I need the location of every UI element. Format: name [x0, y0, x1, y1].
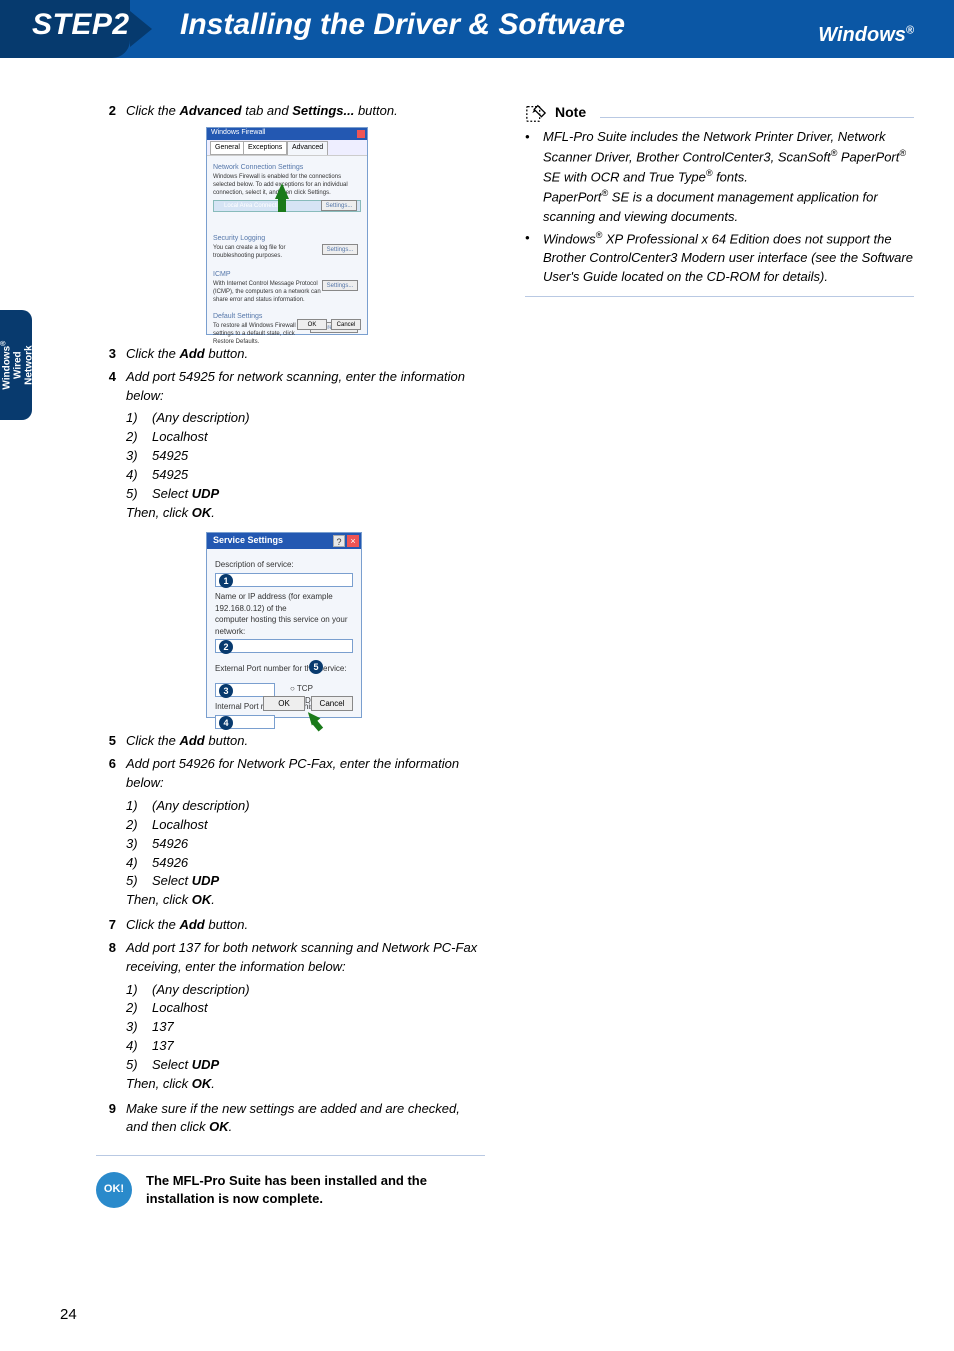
green-arrow-tail [278, 198, 286, 212]
page-title: Installing the Driver & Software [180, 8, 625, 42]
step-chevron [130, 11, 152, 47]
note-block: Note • MFL-Pro Suite includes the Networ… [525, 102, 914, 297]
callout-3: 3 [219, 684, 233, 698]
divider [96, 1155, 485, 1156]
tab-exceptions[interactable]: Exceptions [243, 141, 287, 155]
dialog-titlebar: Windows Firewall [207, 128, 367, 140]
note-title: Note [555, 102, 586, 124]
dialog-titlebar-2: Service Settings ? × [207, 533, 361, 549]
description-input[interactable]: 1 [215, 573, 353, 587]
note-pencil-icon [525, 102, 547, 124]
external-port-input[interactable]: 3 [215, 683, 275, 697]
tab-advanced[interactable]: Advanced [287, 141, 328, 155]
step-badge: STEP2 [0, 0, 130, 58]
tcp-radio[interactable]: ○ TCP [290, 683, 313, 695]
ok-button[interactable]: OK [263, 696, 305, 711]
content: 2 Click the Advanced tab and Settings...… [96, 102, 914, 1311]
step-9: 9 Make sure if the new settings are adde… [96, 1100, 485, 1138]
ok-message: The MFL-Pro Suite has been installed and… [146, 1172, 456, 1207]
settings-button-3[interactable]: Settings... [322, 280, 358, 291]
step-6: 6 Add port 54926 for Network PC-Fax, ent… [96, 755, 485, 793]
side-tab-text: Windows® Wired Network [0, 341, 34, 390]
step-2: 2 Click the Advanced tab and Settings...… [96, 102, 485, 121]
note-bottom-rule [525, 296, 914, 297]
tab-general[interactable]: General [210, 141, 245, 155]
help-icon[interactable]: ? [333, 535, 345, 547]
green-arrow-icon [275, 183, 289, 199]
dialog-tabs: General Exceptions Advanced [207, 140, 367, 156]
close-icon[interactable]: × [347, 535, 359, 547]
ok-block: OK! The MFL-Pro Suite has been installed… [96, 1172, 485, 1208]
connection-row[interactable]: Local Area Connection Settings... [213, 200, 361, 212]
os-label: Windows® [818, 24, 914, 47]
settings-button-2[interactable]: Settings... [322, 244, 358, 255]
note-bullet-2: • Windows® XP Professional x 64 Edition … [525, 229, 914, 287]
service-settings-dialog-screenshot: Service Settings ? × Description of serv… [206, 532, 362, 718]
callout-1: 1 [219, 574, 233, 588]
cancel-button[interactable]: Cancel [331, 319, 361, 330]
step-label: STEP2 [32, 8, 130, 42]
callout-2: 2 [219, 640, 233, 654]
cancel-button[interactable]: Cancel [311, 696, 353, 711]
ok-badge-icon: OK! [96, 1172, 132, 1208]
page-number: 24 [60, 1306, 77, 1323]
ok-button[interactable]: OK [297, 319, 327, 330]
host-input[interactable]: 2 [215, 639, 353, 653]
header-bar: STEP2 Installing the Driver & Software W… [0, 0, 954, 78]
settings-button[interactable]: Settings... [321, 200, 357, 211]
step-8: 8 Add port 137 for both network scanning… [96, 939, 485, 977]
firewall-dialog-screenshot: Windows Firewall General Exceptions Adva… [206, 127, 368, 335]
left-column: 2 Click the Advanced tab and Settings...… [96, 102, 485, 1311]
step-4: 4 Add port 54925 for network scanning, e… [96, 368, 485, 406]
side-tab: Windows® Wired Network [0, 310, 32, 420]
right-column: Note • MFL-Pro Suite includes the Networ… [525, 102, 914, 1311]
callout-4: 4 [219, 716, 233, 730]
internal-port-input[interactable]: 4 [215, 715, 275, 729]
note-bullet-1: • MFL-Pro Suite includes the Network Pri… [525, 128, 914, 226]
step-7: 7 Click the Add button. [96, 916, 485, 935]
close-icon[interactable] [357, 130, 365, 138]
